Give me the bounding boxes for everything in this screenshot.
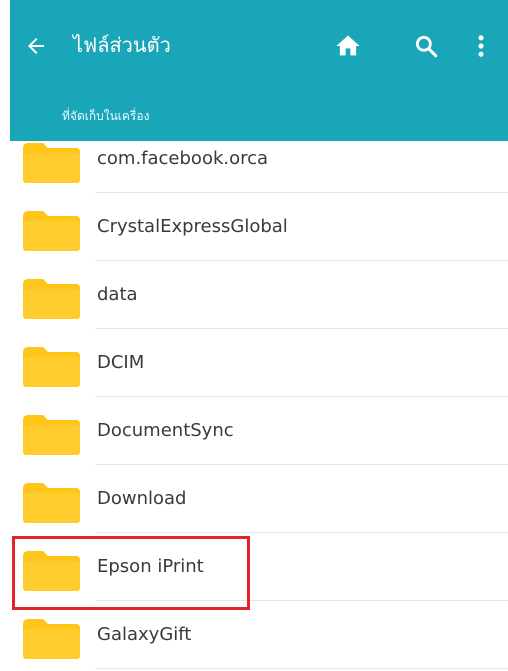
breadcrumb-label: ที่จัดเก็บในเครื่อง (62, 109, 150, 123)
app-bar: ไฟล์ส่วนตัว (10, 0, 508, 95)
folder-icon (23, 211, 80, 251)
folder-icon (23, 619, 80, 659)
folder-name: CrystalExpressGlobal (97, 216, 288, 237)
folder-row-data[interactable]: data (10, 261, 508, 329)
folder-icon (23, 483, 80, 523)
folder-row-galaxygift[interactable]: GalaxyGift (10, 601, 508, 669)
folder-icon (23, 143, 80, 183)
folder-name: com.facebook.orca (97, 148, 269, 169)
folder-name: data (97, 284, 138, 305)
folder-icon (23, 347, 80, 387)
folder-row-epson-iprint[interactable]: Epson iPrint (10, 533, 508, 601)
folder-list: com.facebook.orca CrystalExpressGlobal d… (10, 141, 508, 671)
folder-name: GalaxyGift (97, 624, 192, 645)
breadcrumb[interactable]: ที่จัดเก็บในเครื่อง (10, 95, 508, 141)
folder-name: DocumentSync (97, 420, 234, 441)
arrow-left-icon[interactable] (24, 34, 48, 58)
folder-row-dcim[interactable]: DCIM (10, 329, 508, 397)
folder-icon (23, 415, 80, 455)
folder-name: Download (97, 488, 187, 509)
divider (95, 668, 508, 669)
folder-name: DCIM (97, 352, 145, 373)
folder-row-com-facebook-orca[interactable]: com.facebook.orca (10, 141, 508, 193)
more-vert-icon[interactable] (474, 32, 488, 60)
folder-row-documentsync[interactable]: DocumentSync (10, 397, 508, 465)
folder-name: Epson iPrint (97, 556, 204, 577)
search-icon[interactable] (413, 33, 439, 59)
page-title: ไฟล์ส่วนตัว (73, 33, 171, 57)
home-icon[interactable] (334, 32, 362, 60)
folder-row-download[interactable]: Download (10, 465, 508, 533)
folder-icon (23, 279, 80, 319)
folder-row-crystalexpressglobal[interactable]: CrystalExpressGlobal (10, 193, 508, 261)
folder-icon (23, 551, 80, 591)
